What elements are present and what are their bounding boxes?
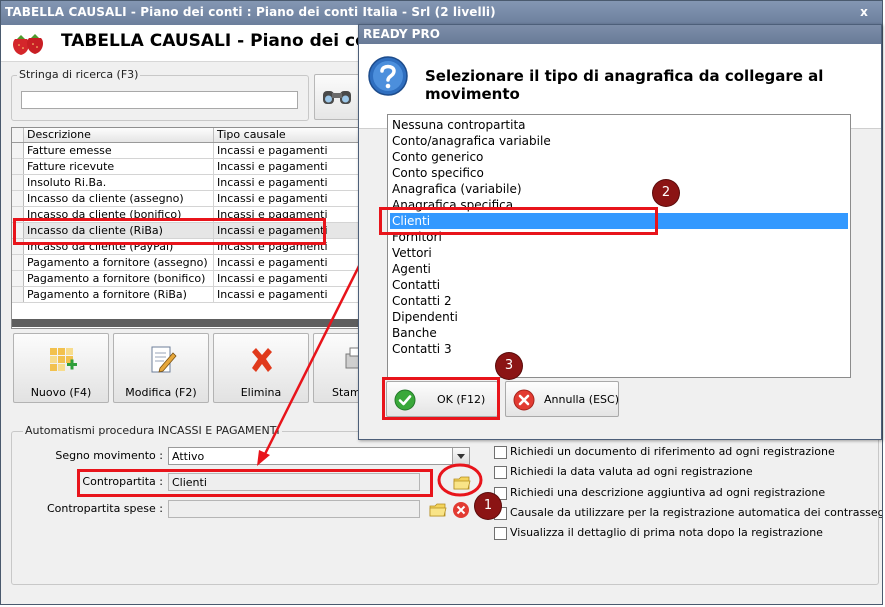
- highlight-ok-button: [382, 377, 500, 420]
- list-item[interactable]: Nessuna contropartita: [390, 117, 848, 133]
- list-item[interactable]: Contatti: [390, 277, 848, 293]
- list-item[interactable]: Anagrafica (variabile): [390, 181, 848, 197]
- list-item[interactable]: Contatti 3: [390, 341, 848, 357]
- question-icon: [368, 56, 408, 96]
- select-anagrafica-dialog: READY PRO Selezionare il tipo di anagraf…: [358, 24, 882, 440]
- dialog-titlebar: READY PRO: [359, 25, 881, 44]
- dialog-prompt: Selezionare il tipo di anagrafica da col…: [425, 67, 824, 103]
- highlight-clienti-option: [379, 207, 658, 235]
- list-item[interactable]: Conto specifico: [390, 165, 848, 181]
- list-item[interactable]: Vettori: [390, 245, 848, 261]
- list-item[interactable]: Conto generico: [390, 149, 848, 165]
- list-item[interactable]: Dipendenti: [390, 309, 848, 325]
- list-item[interactable]: Agenti: [390, 261, 848, 277]
- cancel-icon: [513, 389, 535, 411]
- annotation-badge-3: 3: [496, 353, 522, 379]
- list-item[interactable]: Contatti 2: [390, 293, 848, 309]
- anagrafica-type-list[interactable]: Nessuna contropartita Conto/anagrafica v…: [387, 114, 851, 378]
- dialog-title: READY PRO: [363, 27, 440, 41]
- list-item[interactable]: Conto/anagrafica variabile: [390, 133, 848, 149]
- list-item[interactable]: Banche: [390, 325, 848, 341]
- cancel-button-label: Annulla (ESC): [544, 393, 619, 406]
- annotation-badge-2: 2: [653, 180, 679, 206]
- cancel-button[interactable]: Annulla (ESC): [505, 381, 619, 417]
